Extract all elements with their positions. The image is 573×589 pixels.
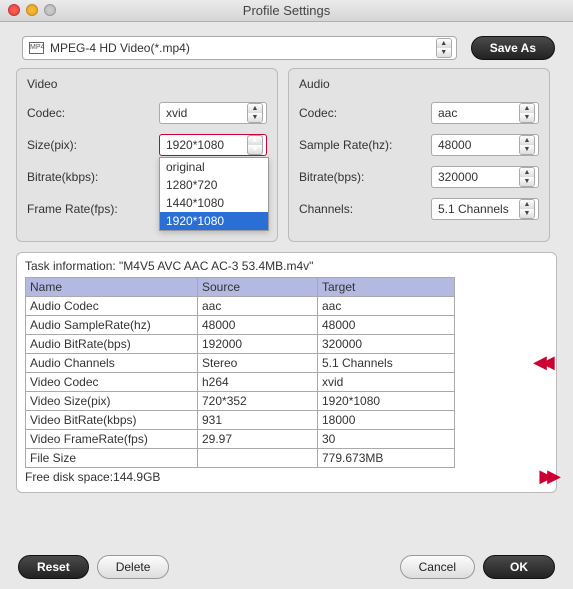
table-row: Audio ChannelsStereo5.1 Channels xyxy=(26,354,455,373)
task-info-filename: "M4V5 AVC AAC AC-3 53.4MB.m4v" xyxy=(119,259,313,273)
video-panel-title: Video xyxy=(27,77,267,91)
table-cell: Audio Channels xyxy=(26,354,198,373)
save-as-button[interactable]: Save As xyxy=(471,36,555,60)
task-info-prefix: Task information: xyxy=(25,259,119,273)
minimize-icon[interactable] xyxy=(26,4,38,16)
task-col-name: Name xyxy=(26,278,198,297)
reset-button[interactable]: Reset xyxy=(18,555,89,579)
table-cell: 30 xyxy=(318,430,455,449)
close-icon[interactable] xyxy=(8,4,20,16)
table-cell xyxy=(198,449,318,468)
audio-samplerate-value: 48000 xyxy=(438,138,519,152)
profile-format-icon: MP4 xyxy=(29,42,44,54)
table-row: Audio BitRate(bps)192000320000 xyxy=(26,335,455,354)
table-cell: aac xyxy=(318,297,455,316)
table-cell: 18000 xyxy=(318,411,455,430)
audio-codec-label: Codec: xyxy=(299,106,431,120)
chevron-updown-icon: ▲▼ xyxy=(519,199,535,219)
audio-codec-value: aac xyxy=(438,106,519,120)
table-cell: Audio BitRate(bps) xyxy=(26,335,198,354)
table-cell: Video Size(pix) xyxy=(26,392,198,411)
audio-samplerate-select[interactable]: 48000 ▲▼ xyxy=(431,134,539,156)
audio-channels-label: Channels: xyxy=(299,202,431,216)
audio-channels-value: 5.1 Channels xyxy=(438,202,519,216)
table-cell: xvid xyxy=(318,373,455,392)
task-info-label: Task information: "M4V5 AVC AAC AC-3 53.… xyxy=(25,259,548,273)
table-cell: Audio SampleRate(hz) xyxy=(26,316,198,335)
table-cell: 931 xyxy=(198,411,318,430)
window-titlebar: Profile Settings xyxy=(0,0,573,22)
table-cell: 192000 xyxy=(198,335,318,354)
table-cell: 48000 xyxy=(198,316,318,335)
table-cell: Video Codec xyxy=(26,373,198,392)
video-size-option[interactable]: original xyxy=(160,158,268,176)
task-info-panel: Task information: "M4V5 AVC AAC AC-3 53.… xyxy=(16,252,557,493)
audio-panel: Audio Codec: aac ▲▼ Sample Rate(hz): 480… xyxy=(288,68,550,242)
task-table: Name Source Target Audio CodecaacaacAudi… xyxy=(25,277,455,468)
ok-button[interactable]: OK xyxy=(483,555,555,579)
video-size-label: Size(pix): xyxy=(27,138,159,152)
table-cell: 779.673MB xyxy=(318,449,455,468)
chevron-updown-icon: ▲▼ xyxy=(519,135,535,155)
table-cell: Stereo xyxy=(198,354,318,373)
prev-task-button[interactable]: ▶▶ xyxy=(539,352,555,373)
video-size-value: 1920*1080 xyxy=(166,138,247,152)
video-codec-select[interactable]: xvid ▲▼ xyxy=(159,102,267,124)
next-task-button[interactable]: ▶▶ xyxy=(539,466,555,486)
table-cell: 5.1 Channels xyxy=(318,354,455,373)
table-row: Audio Codecaacaac xyxy=(26,297,455,316)
audio-channels-select[interactable]: 5.1 Channels ▲▼ xyxy=(431,198,539,220)
table-cell: 29.97 xyxy=(198,430,318,449)
video-codec-label: Codec: xyxy=(27,106,159,120)
table-row: Video Codech264xvid xyxy=(26,373,455,392)
profile-select[interactable]: MP4 MPEG-4 HD Video(*.mp4) ▲▼ xyxy=(22,36,457,60)
table-row: Video Size(pix)720*3521920*1080 xyxy=(26,392,455,411)
window-traffic-lights xyxy=(8,4,56,16)
table-cell: aac xyxy=(198,297,318,316)
table-cell: h264 xyxy=(198,373,318,392)
video-codec-value: xvid xyxy=(166,106,247,120)
profile-select-value: MPEG-4 HD Video(*.mp4) xyxy=(50,41,436,55)
table-cell: Video BitRate(kbps) xyxy=(26,411,198,430)
table-cell: 48000 xyxy=(318,316,455,335)
audio-codec-select[interactable]: aac ▲▼ xyxy=(431,102,539,124)
table-cell: File Size xyxy=(26,449,198,468)
free-disk-label: Free disk space:144.9GB xyxy=(25,470,548,484)
delete-button[interactable]: Delete xyxy=(97,555,170,579)
video-panel: Video Codec: xvid ▲▼ Size(pix): 1920*108… xyxy=(16,68,278,242)
zoom-icon xyxy=(44,4,56,16)
cancel-button[interactable]: Cancel xyxy=(400,555,475,579)
chevron-updown-icon: ▲▼ xyxy=(519,167,535,187)
video-size-dropdown[interactable]: original 1280*720 1440*1080 1920*1080 xyxy=(159,157,269,231)
audio-bitrate-select[interactable]: 320000 ▲▼ xyxy=(431,166,539,188)
window-title: Profile Settings xyxy=(0,3,573,18)
video-size-option[interactable]: 1280*720 xyxy=(160,176,268,194)
chevron-updown-icon: ▲▼ xyxy=(247,103,263,123)
table-row: Video BitRate(kbps)93118000 xyxy=(26,411,455,430)
video-size-option[interactable]: 1920*1080 xyxy=(160,212,268,230)
table-cell: Video FrameRate(fps) xyxy=(26,430,198,449)
table-cell: 1920*1080 xyxy=(318,392,455,411)
chevron-updown-icon: ▲▼ xyxy=(247,135,263,155)
table-cell: Audio Codec xyxy=(26,297,198,316)
video-size-select[interactable]: 1920*1080 ▲▼ original 1280*720 1440*1080… xyxy=(159,134,267,156)
table-row: Audio SampleRate(hz)4800048000 xyxy=(26,316,455,335)
audio-panel-title: Audio xyxy=(299,77,539,91)
audio-bitrate-value: 320000 xyxy=(438,170,519,184)
profile-stepper-icon[interactable]: ▲▼ xyxy=(436,38,452,58)
table-row: File Size 779.673MB xyxy=(26,449,455,468)
audio-bitrate-label: Bitrate(bps): xyxy=(299,170,431,184)
table-row: Video FrameRate(fps)29.9730 xyxy=(26,430,455,449)
table-cell: 320000 xyxy=(318,335,455,354)
task-col-source: Source xyxy=(198,278,318,297)
audio-samplerate-label: Sample Rate(hz): xyxy=(299,138,431,152)
table-cell: 720*352 xyxy=(198,392,318,411)
task-col-target: Target xyxy=(318,278,455,297)
video-size-option[interactable]: 1440*1080 xyxy=(160,194,268,212)
chevron-updown-icon: ▲▼ xyxy=(519,103,535,123)
